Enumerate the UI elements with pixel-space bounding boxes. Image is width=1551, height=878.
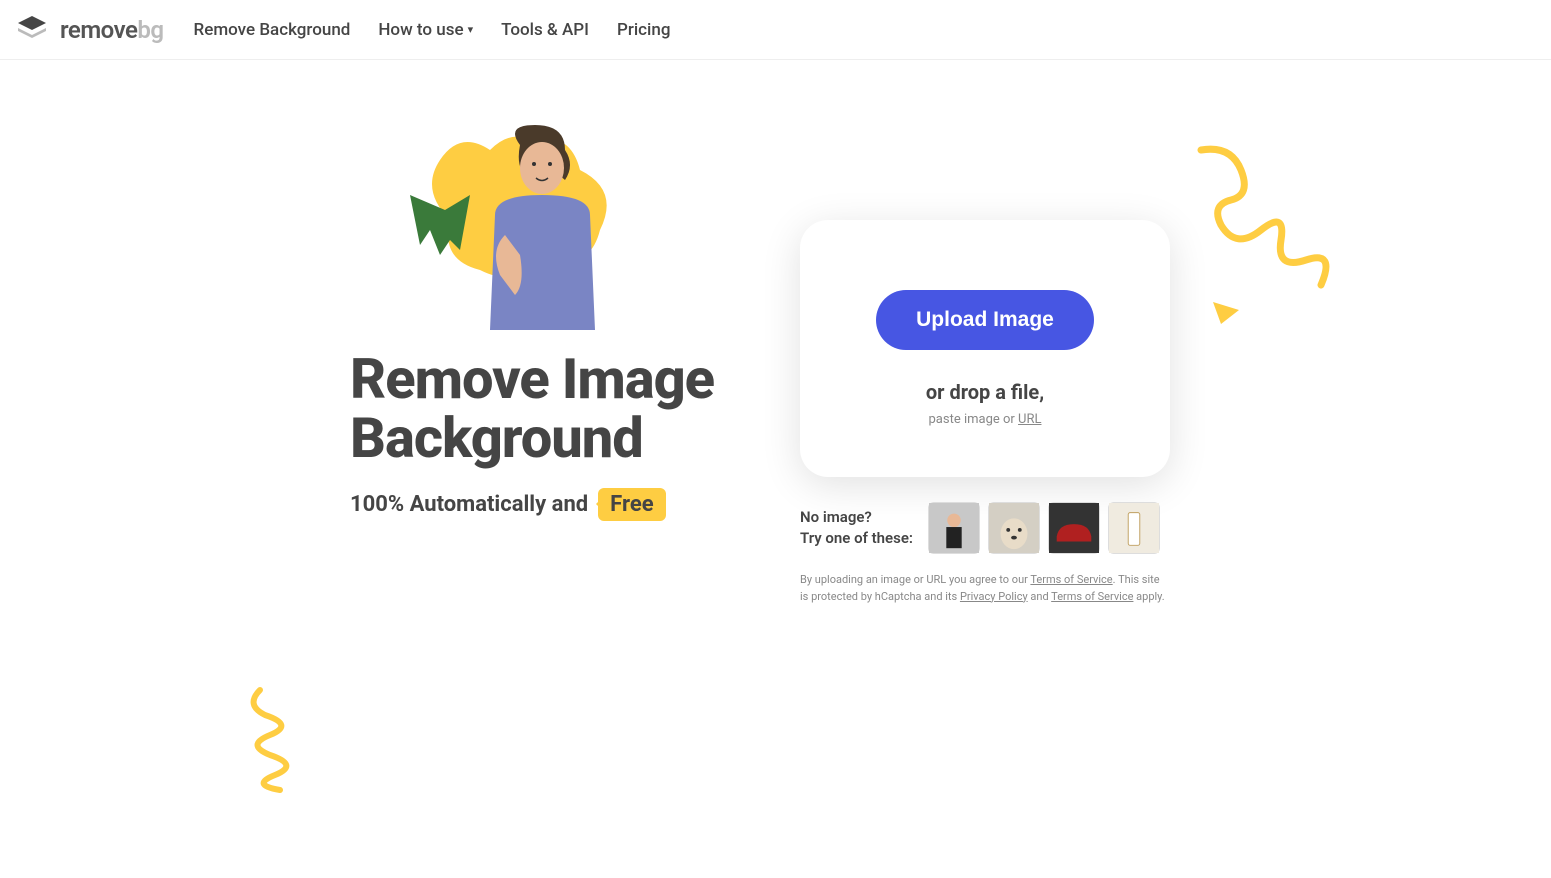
legal-text1: By uploading an image or URL you agree t… [800,573,1030,586]
play-triangle-icon [1211,300,1241,326]
subtitle: 100% Automatically and Free [350,488,750,521]
logo-text: removebg [60,16,164,44]
nav-remove-background[interactable]: Remove Background [194,20,351,40]
hcaptcha-tos-link[interactable]: Terms of Service [1051,590,1133,603]
legal-text: By uploading an image or URL you agree t… [800,572,1170,605]
sample-thumb-dog[interactable] [988,502,1040,554]
nav-pricing[interactable]: Pricing [617,20,671,40]
samples-line1: No image? [800,507,913,528]
hero-right: Upload Image or drop a file, paste image… [800,220,1170,605]
squiggle-decoration-tr [1191,140,1351,300]
sample-thumb-product[interactable] [1108,502,1160,554]
samples-line2: Try one of these: [800,528,913,549]
hero-image [390,120,670,330]
chevron-down-icon: ▾ [468,23,474,36]
nav-how-to-use[interactable]: How to use ▾ [378,20,473,40]
sample-thumb-car[interactable] [1048,502,1100,554]
free-badge: Free [598,488,665,521]
nav-tools-api[interactable]: Tools & API [501,20,589,40]
samples-row: No image? Try one of these: [800,502,1170,554]
nav-how-to-use-label: How to use [378,20,463,40]
main-nav: Remove Background How to use ▾ Tools & A… [194,20,671,40]
legal-text3: and [1028,590,1052,603]
url-link[interactable]: URL [1018,412,1041,427]
legal-text4: apply. [1133,590,1164,603]
sample-thumbs [928,502,1160,554]
drop-file-label: or drop a file, [840,380,1130,404]
tos-link[interactable]: Terms of Service [1030,573,1112,586]
header: removebg Remove Background How to use ▾ … [0,0,1551,60]
paste-prefix: paste image or [929,412,1019,427]
samples-text: No image? Try one of these: [800,507,913,549]
hero-left: Remove Image Background 100% Automatical… [350,120,750,605]
privacy-link[interactable]: Privacy Policy [960,590,1028,603]
squiggle-decoration-bl [240,680,330,795]
sample-thumb-person[interactable] [928,502,980,554]
logo-icon [14,12,50,48]
upload-card[interactable]: Upload Image or drop a file, paste image… [800,220,1170,477]
page-title: Remove Image Background [350,350,750,468]
logo[interactable]: removebg [14,12,164,48]
upload-image-button[interactable]: Upload Image [876,290,1094,350]
paste-label: paste image or URL [840,412,1130,427]
subtitle-prefix: 100% Automatically and [350,492,588,517]
